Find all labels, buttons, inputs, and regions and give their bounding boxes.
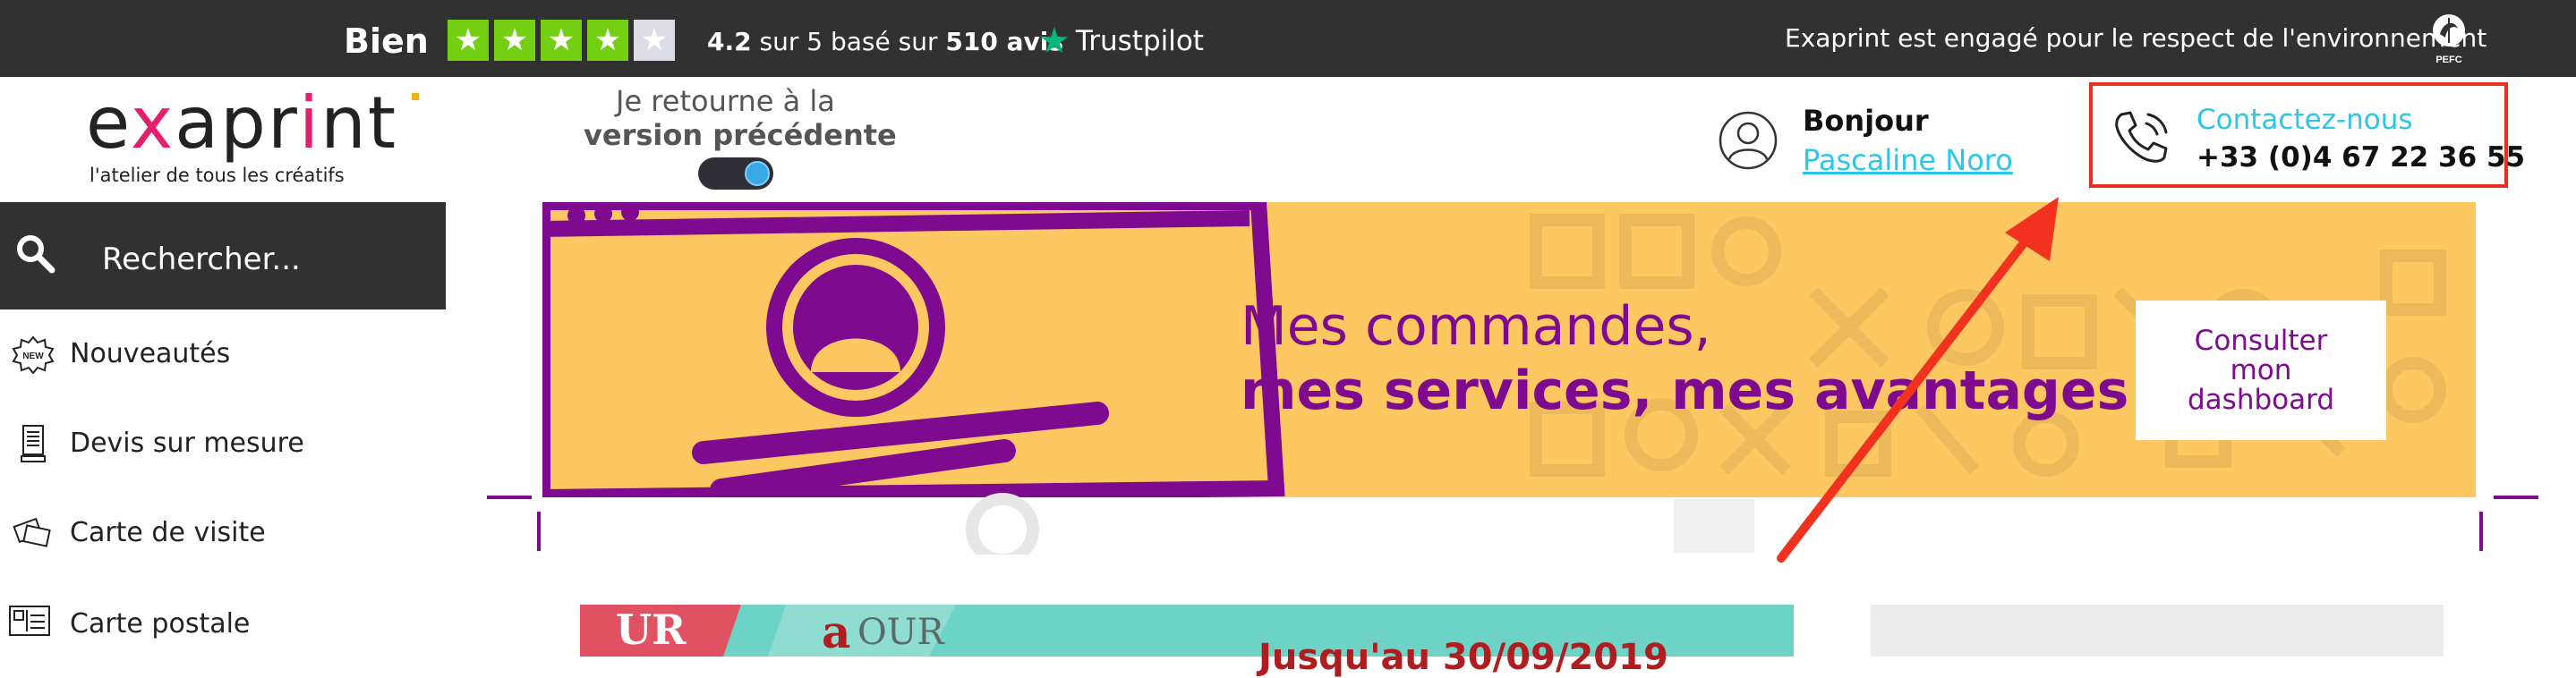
trustpilot-rating-word: Bien xyxy=(344,21,429,61)
cards-icon xyxy=(13,517,51,547)
trustpilot-summary[interactable]: 4.2 sur 5 basé sur 510 avis xyxy=(707,27,1063,56)
pefc-logo-icon: PEFC xyxy=(2433,14,2465,65)
svg-text:OUR: OUR xyxy=(857,612,946,653)
side-card[interactable] xyxy=(1871,605,2444,657)
sidebar-item-nouveautes[interactable]: Nouveautés xyxy=(70,338,230,369)
toggle-knob xyxy=(745,161,770,186)
contact-us-link[interactable]: Contactez-nous xyxy=(2196,104,2413,136)
sidebar-item-carte-postale[interactable]: Carte postale xyxy=(70,608,250,640)
trustpilot-score: 4.2 xyxy=(707,27,752,56)
postcard-icon xyxy=(9,606,50,636)
banner-headline: Mes commandes, xyxy=(1241,295,1711,358)
phone-icon[interactable] xyxy=(2109,106,2173,170)
trustpilot-brand: Trustpilot xyxy=(1075,25,1204,57)
previous-version-toggle[interactable] xyxy=(698,157,773,190)
star-icon: ★ xyxy=(494,20,535,61)
svg-text:NEW: NEW xyxy=(22,352,44,361)
logo-tagline: l'atelier de tous les créatifs xyxy=(90,165,345,186)
star-icon: ★ xyxy=(448,20,489,61)
trustpilot-stars[interactable]: ★ ★ ★ ★ ★ xyxy=(448,20,675,61)
previous-version-text-bold: version précédente xyxy=(584,118,897,152)
promo-headline: Jusqu'au 30/09/2019 xyxy=(1258,637,1668,678)
sidebar-item-devis[interactable]: Devis sur mesure xyxy=(70,428,304,459)
user-avatar-icon[interactable] xyxy=(1719,111,1778,170)
svg-text:a: a xyxy=(822,606,850,657)
previous-version-text: Je retourne à la xyxy=(616,84,835,118)
new-badge-icon: NEW xyxy=(12,335,55,374)
pefc-label: PEFC xyxy=(2435,55,2461,65)
svg-text:UR: UR xyxy=(616,606,687,654)
banner-frame-decoration xyxy=(487,493,2538,555)
environment-statement: Exaprint est engagé pour le respect de l… xyxy=(1785,23,2487,53)
user-greeting: Bonjour xyxy=(1803,104,1929,138)
sidebar-item-carte-visite[interactable]: Carte de visite xyxy=(70,517,266,548)
trustpilot-logo[interactable]: ★ Trustpilot xyxy=(1038,23,1204,59)
trustpilot-star-icon: ★ xyxy=(1038,21,1070,62)
star-icon: ★ xyxy=(541,20,582,61)
contact-phone-number[interactable]: +33 (0)4 67 22 36 55 xyxy=(2196,141,2525,174)
user-name-link[interactable]: Pascaline Noro xyxy=(1803,143,2013,177)
star-icon: ★ xyxy=(587,20,628,61)
search-input[interactable]: Rechercher... xyxy=(102,242,301,277)
search-icon xyxy=(17,235,55,274)
star-empty-icon: ★ xyxy=(634,20,675,61)
annotation-arrow xyxy=(1777,197,2059,563)
trustpilot-summary-text: sur 5 basé sur xyxy=(751,27,946,56)
exaprint-logo[interactable]: exaprint˙ xyxy=(86,88,435,159)
document-icon xyxy=(21,425,46,462)
dashboard-button[interactable]: Consulter mon dashboard xyxy=(2136,301,2386,440)
